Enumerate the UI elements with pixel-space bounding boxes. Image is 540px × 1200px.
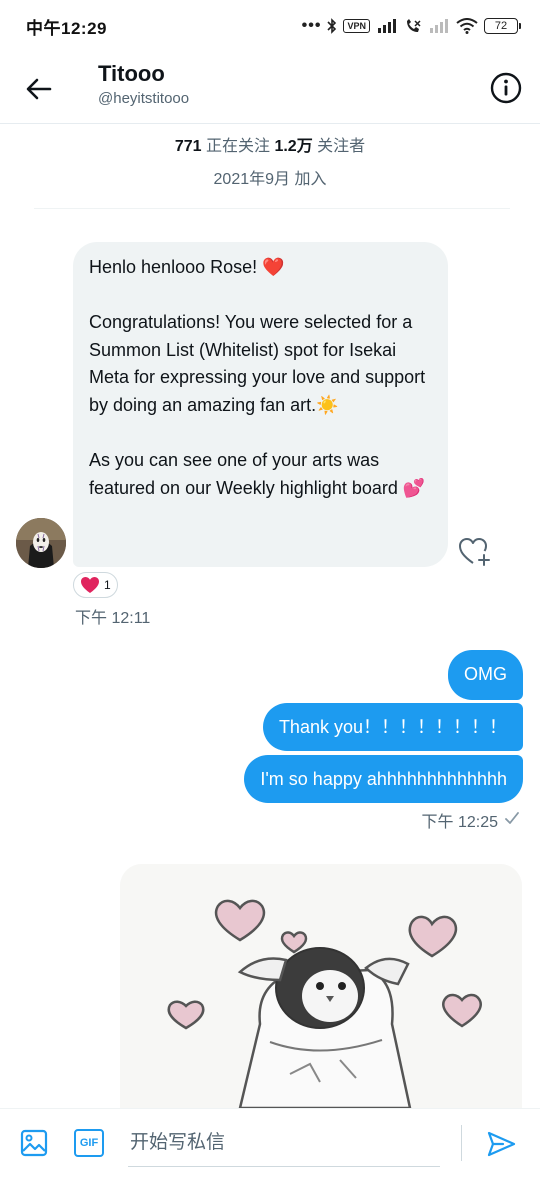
two-hearts-emoji: 💕: [402, 477, 426, 498]
following-count: 771: [174, 138, 202, 155]
following-label: 正在关注: [205, 138, 270, 155]
avatar[interactable]: [16, 518, 66, 568]
bluetooth-icon: [327, 18, 337, 34]
congrats-text: Congratulations! You were selected for a…: [89, 312, 431, 415]
send-icon: [487, 1131, 516, 1157]
message-spacer: [89, 282, 432, 310]
message-paragraph: As you can see one of your arts was feat…: [89, 447, 432, 502]
reaction-pill[interactable]: 1: [73, 572, 118, 598]
heart-plus-icon: [459, 538, 490, 566]
send-button[interactable]: [486, 1129, 516, 1159]
sun-emoji: ☀️: [316, 394, 339, 415]
status-bar: 中午12:29 ••• VPN 72: [0, 0, 540, 52]
status-time: 中午12:29: [26, 18, 107, 38]
message-input[interactable]: [128, 1119, 440, 1167]
add-reaction-button[interactable]: [458, 536, 492, 568]
message-paragraph: Congratulations! You were selected for a…: [89, 309, 432, 419]
followers-count: 1.2万: [274, 138, 313, 155]
arrow-left-icon: [26, 78, 52, 100]
sent-message-bubble[interactable]: OMG: [448, 650, 523, 700]
add-image-button[interactable]: [20, 1129, 48, 1157]
signal-hd-icon: [378, 19, 396, 33]
featured-text: As you can see one of your arts was feat…: [89, 450, 403, 498]
status-icons: ••• VPN 72: [301, 17, 521, 35]
joined-date: 2021年9月 加入: [213, 171, 327, 188]
conversation-header: Titooo @heyitstitooo: [0, 52, 540, 124]
gif-button[interactable]: GIF: [74, 1129, 104, 1157]
vpn-icon: VPN: [343, 19, 370, 33]
signal-weak-icon: [430, 19, 448, 33]
reaction-count: 1: [104, 578, 111, 592]
penguin-sticker-image: [120, 864, 522, 1108]
message-composer: GIF: [0, 1108, 540, 1200]
back-button[interactable]: [24, 74, 54, 104]
checkmark-icon: [505, 812, 519, 824]
greeting-text: Henlo henlooo Rose!: [89, 257, 263, 277]
conversation-title: Titooo: [98, 61, 165, 86]
wifi-icon: [456, 18, 478, 34]
more-dots-icon: •••: [301, 17, 322, 34]
image-message[interactable]: [120, 864, 522, 1108]
conversation-handle: @heyitstitooo: [98, 90, 190, 107]
sent-message-bubble[interactable]: Thank you！！！！！！！！: [262, 703, 523, 751]
message-spacer: [89, 420, 432, 448]
conversation-title-block[interactable]: Titooo @heyitstitooo: [98, 60, 189, 110]
follow-stats: 771 正在关注 1.2万 关注者: [0, 132, 540, 156]
image-icon: [20, 1129, 48, 1157]
received-timestamp: 下午 12:11: [75, 610, 151, 627]
divider: [34, 208, 510, 209]
info-button[interactable]: [490, 72, 522, 104]
sent-timestamp: 下午 12:25: [421, 814, 499, 831]
call-muted-icon: [407, 19, 421, 32]
message-line: Henlo henlooo Rose! ❤️: [89, 254, 432, 282]
battery-icon: 72: [484, 18, 521, 34]
info-circle-icon: [490, 72, 522, 104]
heart-reaction-icon: [81, 577, 99, 593]
sent-message-bubble[interactable]: I'm so happy ahhhhhhhhhhhhh: [244, 755, 523, 803]
heart-emoji: ❤️: [262, 257, 285, 277]
received-message-bubble[interactable]: Henlo henlooo Rose! ❤️ Congratulations! …: [73, 242, 448, 567]
followers-label: 关注者: [317, 138, 366, 155]
composer-divider: [461, 1125, 462, 1161]
avatar-image: [16, 518, 66, 568]
